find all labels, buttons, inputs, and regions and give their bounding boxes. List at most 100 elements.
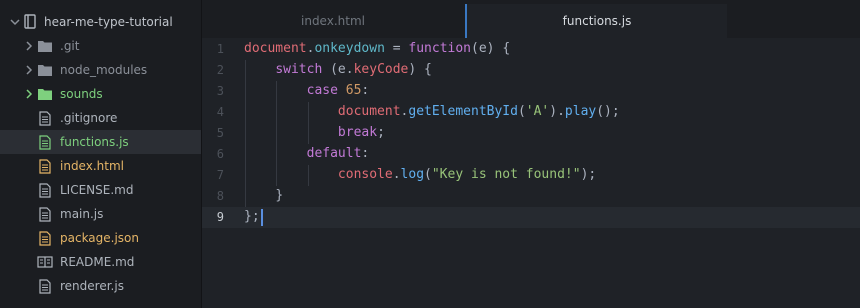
code-line[interactable]: break; (244, 125, 385, 140)
tree-item-label: .git (60, 39, 80, 53)
folder-sounds[interactable]: sounds (0, 82, 201, 106)
code-token: ( (424, 167, 432, 182)
line-number: 1 (216, 42, 224, 56)
file-text-icon (37, 110, 53, 126)
file-gitignore[interactable]: .gitignore (0, 106, 201, 130)
tab-functions-js[interactable]: functions.js (465, 4, 727, 38)
line-number: 6 (216, 147, 224, 161)
code-token: keyCode (353, 62, 409, 77)
current-line-highlight (202, 207, 860, 228)
folder-node-modules[interactable]: node_modules (0, 58, 201, 82)
folder-git[interactable]: .git (0, 34, 201, 58)
file-license-md[interactable]: LICENSE.md (0, 178, 201, 202)
code-token: switch (275, 62, 323, 77)
code-line[interactable]: document.getElementById('A').play(); (244, 104, 620, 119)
code-token: document (337, 104, 401, 119)
tree-item-label: package.json (60, 231, 140, 245)
file-text-icon (37, 278, 53, 294)
code-token: (e) { (471, 41, 511, 56)
code-token: 'A' (525, 104, 550, 119)
code-token: onkeydown (314, 41, 385, 56)
chevron-right-icon[interactable] (24, 89, 34, 99)
folder-icon (37, 86, 53, 102)
code-line[interactable]: document.onkeydown = function(e) { (244, 41, 510, 56)
file-renderer-js[interactable]: renderer.js (0, 274, 201, 298)
code-token: ; (377, 125, 385, 140)
tree-item-label: main.js (60, 207, 104, 221)
code-line[interactable]: }; (244, 209, 260, 224)
project-name: hear-me-type-tutorial (44, 15, 173, 29)
file-text-icon (37, 206, 53, 222)
code-line[interactable]: console.log("Key is not found!"); (244, 167, 596, 182)
tab-label: functions.js (562, 14, 632, 28)
code-token: = (384, 41, 409, 56)
tab-bar: index.html functions.js (202, 0, 860, 38)
tree-item-label: index.html (60, 159, 124, 173)
line-number: 7 (216, 168, 224, 182)
tree-item-label: renderer.js (60, 279, 124, 293)
tree-item-label: functions.js (60, 135, 129, 149)
code-token: : (361, 83, 370, 98)
repo-icon (22, 14, 38, 30)
file-main-js[interactable]: main.js (0, 202, 201, 226)
line-number: 2 (216, 63, 224, 77)
file-readme-md[interactable]: README.md (0, 250, 201, 274)
tab-label: index.html (301, 14, 365, 28)
code-line[interactable]: } (244, 188, 283, 203)
chevron-right-icon[interactable] (24, 41, 34, 51)
code-token: ) { (408, 62, 432, 77)
file-package-json[interactable]: package.json (0, 226, 201, 250)
file-text-icon (37, 182, 53, 198)
folder-icon (37, 38, 53, 54)
tree-item-label: LICENSE.md (60, 183, 134, 197)
tree-view: hear-me-type-tutorial .git node_modulesso… (0, 0, 202, 308)
code-token: 65 (345, 83, 362, 98)
tree-item-label: node_modules (60, 63, 148, 77)
atom-editor-window: hear-me-type-tutorial .git node_modulesso… (0, 0, 860, 308)
file-functions-js[interactable]: functions.js (0, 130, 201, 154)
code-token: default (306, 146, 362, 161)
code-token: . (392, 167, 401, 182)
tree-item-label: README.md (60, 255, 135, 269)
code-token: "Key is not found!" (431, 167, 581, 182)
code-line[interactable]: case 65: (244, 83, 370, 98)
line-number: 9 (216, 210, 224, 224)
code-token: case (306, 83, 338, 98)
line-number: 8 (216, 189, 224, 203)
code-token: play (564, 104, 597, 119)
code-token: break (337, 125, 378, 140)
code-token: ( (517, 104, 526, 119)
text-cursor (260, 209, 263, 226)
tree-item-label: sounds (60, 87, 103, 101)
code-line[interactable]: default: (244, 146, 370, 161)
code-token: ); (580, 167, 597, 182)
line-number: 4 (216, 105, 224, 119)
code-editor[interactable]: 1 2 3 4 5 6 7 8 9 document.onkeydown = function(e… (202, 38, 860, 308)
chevron-down-icon[interactable] (10, 17, 20, 27)
code-token: } (275, 188, 284, 203)
tree-item-label: .gitignore (60, 111, 118, 125)
project-root[interactable]: hear-me-type-tutorial (0, 10, 201, 34)
file-text-icon (37, 230, 53, 246)
code-token: getElementById (408, 104, 518, 119)
folder-icon (37, 62, 53, 78)
code-token: function (408, 41, 472, 56)
line-number: 3 (216, 84, 224, 98)
code-token: (e. (322, 62, 354, 77)
file-index-html[interactable]: index.html (0, 154, 201, 178)
tab-index-html[interactable]: index.html (202, 4, 464, 38)
code-token: console (337, 167, 393, 182)
code-token: document (244, 41, 307, 56)
chevron-right-icon[interactable] (24, 65, 34, 75)
file-text-icon (37, 158, 53, 174)
code-token: log (400, 167, 425, 182)
code-line[interactable]: switch (e.keyCode) { (244, 62, 432, 77)
file-text-icon (37, 134, 53, 150)
code-token: }; (244, 209, 260, 224)
